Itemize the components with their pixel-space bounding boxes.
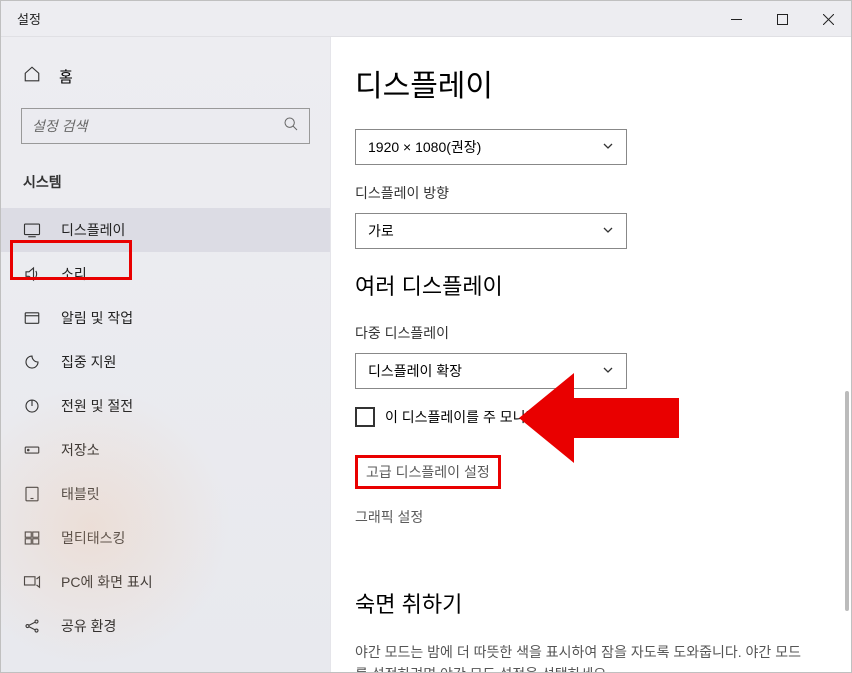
sidebar: 홈 시스템 디스플레이 소리 bbox=[1, 37, 331, 672]
sidebar-item-notifications[interactable]: 알림 및 작업 bbox=[1, 296, 330, 340]
primary-monitor-label: 이 디스플레이를 주 모니터로 만들기 bbox=[385, 407, 594, 427]
category-label: 시스템 bbox=[1, 172, 330, 208]
maximize-button[interactable] bbox=[759, 1, 805, 37]
orientation-value: 가로 bbox=[368, 221, 394, 241]
close-button[interactable] bbox=[805, 1, 851, 37]
advanced-display-link[interactable]: 고급 디스플레이 설정 bbox=[366, 462, 490, 482]
home-label: 홈 bbox=[59, 66, 73, 87]
orientation-label: 디스플레이 방향 bbox=[355, 183, 811, 203]
sidebar-item-label: 공유 환경 bbox=[61, 616, 116, 636]
sleep-title: 숙면 취하기 bbox=[355, 587, 811, 619]
chevron-down-icon bbox=[602, 363, 614, 379]
resolution-dropdown[interactable]: 1920 × 1080(권장) bbox=[355, 129, 627, 165]
primary-monitor-checkbox-row[interactable]: 이 디스플레이를 주 모니터로 만들기 bbox=[355, 407, 811, 427]
share-icon bbox=[23, 617, 41, 635]
sidebar-item-label: 멀티태스킹 bbox=[61, 528, 125, 548]
sidebar-item-label: 알림 및 작업 bbox=[61, 308, 133, 328]
window-title: 설정 bbox=[17, 9, 41, 28]
minimize-button[interactable] bbox=[713, 1, 759, 37]
window-controls bbox=[713, 1, 851, 37]
sidebar-item-multitask[interactable]: 멀티태스킹 bbox=[1, 516, 330, 560]
page-title: 디스플레이 bbox=[355, 61, 811, 105]
chevron-down-icon bbox=[602, 223, 614, 239]
home-nav[interactable]: 홈 bbox=[1, 57, 330, 108]
home-icon bbox=[23, 65, 41, 88]
sidebar-item-label: 저장소 bbox=[61, 440, 100, 460]
search-icon bbox=[283, 116, 299, 137]
graphics-settings-link[interactable]: 그래픽 설정 bbox=[355, 507, 423, 527]
multi-display-value: 디스플레이 확장 bbox=[368, 361, 462, 381]
search-box[interactable] bbox=[21, 108, 310, 144]
sidebar-item-label: 디스플레이 bbox=[61, 220, 125, 240]
tablet-icon bbox=[23, 485, 41, 503]
sidebar-item-label: 태블릿 bbox=[61, 484, 100, 504]
highlight-annotation: 고급 디스플레이 설정 bbox=[355, 455, 501, 489]
sidebar-item-share[interactable]: 공유 환경 bbox=[1, 604, 330, 648]
search-input[interactable] bbox=[32, 118, 283, 134]
resolution-value: 1920 × 1080(권장) bbox=[368, 137, 481, 157]
notification-icon bbox=[23, 309, 41, 327]
chevron-down-icon bbox=[602, 139, 614, 155]
sidebar-item-label: 전원 및 절전 bbox=[61, 396, 133, 416]
power-icon bbox=[23, 397, 41, 415]
storage-icon bbox=[23, 441, 41, 459]
sidebar-item-display[interactable]: 디스플레이 bbox=[1, 208, 330, 252]
sidebar-item-tablet[interactable]: 태블릿 bbox=[1, 472, 330, 516]
multi-display-title: 여러 디스플레이 bbox=[355, 269, 811, 301]
focus-icon bbox=[23, 353, 41, 371]
sidebar-item-label: 소리 bbox=[61, 264, 87, 284]
sidebar-item-focus[interactable]: 집중 지원 bbox=[1, 340, 330, 384]
sound-icon bbox=[23, 265, 41, 283]
sidebar-item-label: PC에 화면 표시 bbox=[61, 572, 153, 592]
orientation-dropdown[interactable]: 가로 bbox=[355, 213, 627, 249]
scrollbar[interactable] bbox=[845, 391, 849, 611]
multi-display-label: 다중 디스플레이 bbox=[355, 323, 811, 343]
multitask-icon bbox=[23, 529, 41, 547]
sidebar-item-project[interactable]: PC에 화면 표시 bbox=[1, 560, 330, 604]
checkbox-icon bbox=[355, 407, 375, 427]
display-icon bbox=[23, 221, 41, 239]
sidebar-item-power[interactable]: 전원 및 절전 bbox=[1, 384, 330, 428]
sleep-description: 야간 모드는 밤에 더 따뜻한 색을 표시하여 잠을 자도록 도와줍니다. 야간… bbox=[355, 641, 811, 672]
sidebar-item-label: 집중 지원 bbox=[61, 352, 116, 372]
multi-display-dropdown[interactable]: 디스플레이 확장 bbox=[355, 353, 627, 389]
sidebar-item-storage[interactable]: 저장소 bbox=[1, 428, 330, 472]
sidebar-item-sound[interactable]: 소리 bbox=[1, 252, 330, 296]
project-icon bbox=[23, 573, 41, 591]
main-content: 디스플레이 1920 × 1080(권장) 디스플레이 방향 가로 여러 디스플… bbox=[331, 37, 851, 672]
